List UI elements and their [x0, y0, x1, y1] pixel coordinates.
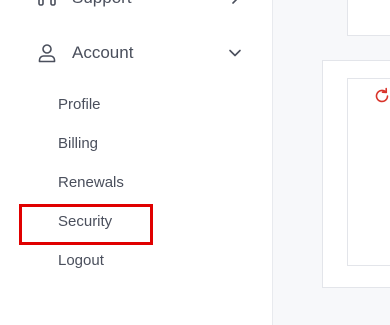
- sidebar-item-support[interactable]: Support: [36, 0, 242, 9]
- refresh-icon[interactable]: [372, 86, 390, 106]
- sidebar-item-account[interactable]: Account: [36, 42, 242, 64]
- submenu-item-profile[interactable]: Profile: [58, 96, 101, 113]
- support-icon: [36, 0, 58, 9]
- submenu-item-billing[interactable]: Billing: [58, 135, 98, 152]
- sidebar: Support Account Profile Billing Renewals…: [0, 0, 273, 325]
- user-icon: [36, 42, 58, 64]
- content-card-inner: [347, 78, 390, 266]
- content-card-top: [347, 0, 390, 36]
- submenu-item-renewals[interactable]: Renewals: [58, 174, 124, 191]
- submenu-item-logout[interactable]: Logout: [58, 252, 104, 269]
- chevron-right-icon: [228, 0, 242, 5]
- chevron-down-icon: [228, 46, 242, 60]
- sidebar-item-label: Account: [72, 43, 134, 62]
- sidebar-item-label: Support: [72, 0, 228, 8]
- submenu-item-security[interactable]: Security: [58, 213, 112, 230]
